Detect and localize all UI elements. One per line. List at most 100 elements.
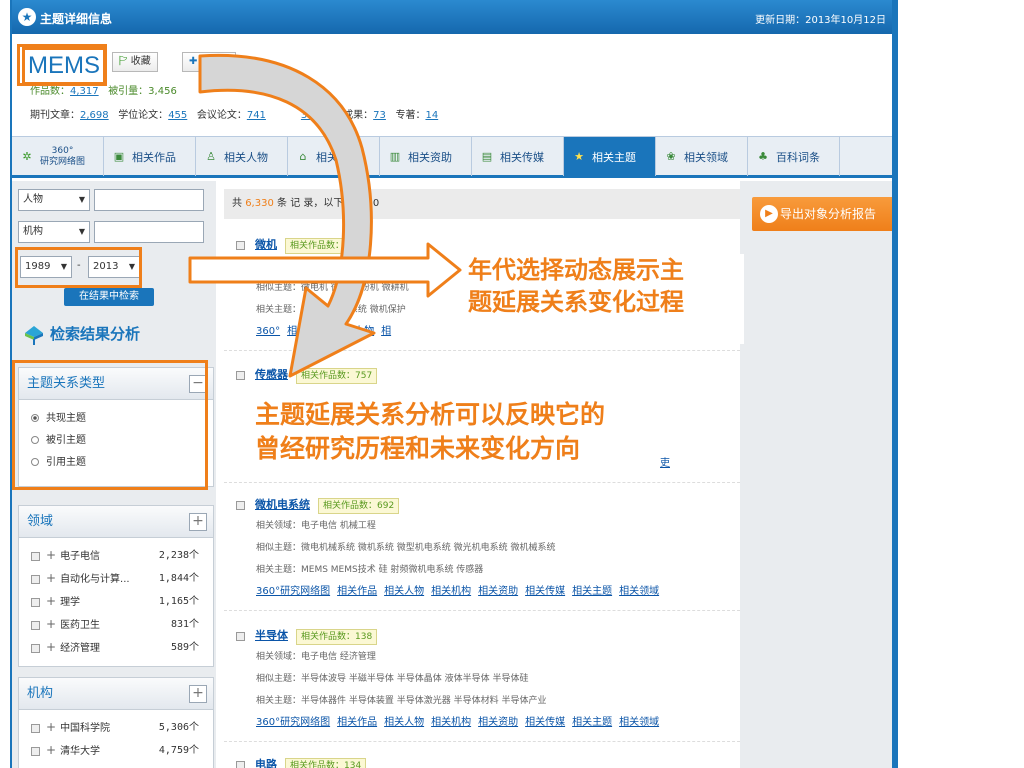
works-link[interactable]: 4,317: [70, 86, 99, 97]
export-report-button[interactable]: ▶ 导出对象分析报告: [752, 197, 892, 231]
works-link[interactable]: 相关作品: [337, 717, 377, 728]
tab-works-label: 相关作品: [132, 150, 176, 164]
list-item[interactable]: + 清华大学 4,759个: [19, 739, 213, 762]
works-link[interactable]: 相关作品: [337, 586, 377, 597]
checkbox[interactable]: [31, 620, 40, 630]
person-input[interactable]: [94, 189, 204, 211]
tech-label: 科技成果：: [323, 110, 374, 121]
result-title-link[interactable]: 微机: [255, 238, 277, 251]
plus-icon[interactable]: +: [46, 571, 56, 585]
list-item[interactable]: + 经济管理 589个: [19, 636, 213, 659]
list-item[interactable]: + 电子电信 2,238个: [19, 544, 213, 567]
works-link[interactable]: 相关作品: [287, 326, 327, 337]
book-link[interactable]: 14: [425, 110, 438, 121]
checkbox[interactable]: [31, 643, 40, 653]
people-link[interactable]: 相关人物: [384, 717, 424, 728]
people-link[interactable]: 相关人物: [334, 326, 374, 337]
tab-fields[interactable]: ❀ 相关领域: [656, 137, 748, 176]
topics-link[interactable]: 相关主题: [572, 717, 612, 728]
checkbox[interactable]: [31, 574, 40, 584]
tab-network[interactable]: ✲ 360° 研究网络图: [12, 137, 104, 176]
book-label: 专著：: [395, 110, 426, 121]
list-item[interactable]: + 自动化与计算... 1,844个: [19, 567, 213, 590]
fields-link[interactable]: 相关领域: [619, 717, 659, 728]
checkbox[interactable]: [236, 240, 245, 250]
institutions-link[interactable]: 相关机构: [431, 717, 471, 728]
callout-year-line1: 年代选择动态展示主: [468, 256, 684, 284]
total-count: 6,330: [245, 198, 274, 209]
plus-icon[interactable]: +: [46, 720, 56, 734]
share-button[interactable]: ✚ 分享 ▾: [182, 52, 236, 72]
related-topics: 相关主题：MEMS MEMS技术 硅 射频微机电系统 传感器: [256, 565, 484, 575]
result-summary: 共 6,330 条 记 录，以下是 -10: [224, 189, 740, 219]
works-count-badge: 相关作品数：138: [296, 629, 378, 645]
checkbox[interactable]: [31, 723, 40, 733]
person-select[interactable]: 人物 ▼: [18, 189, 90, 211]
patent-link[interactable]: 36: [301, 110, 314, 121]
funding-link[interactable]: 相关资助: [478, 717, 518, 728]
checkbox[interactable]: [31, 746, 40, 756]
plus-icon[interactable]: +: [46, 548, 56, 562]
chevron-down-icon: ▼: [78, 195, 85, 204]
total-suffix: 条 记 录，以下是: [277, 198, 354, 209]
plus-icon[interactable]: +: [46, 594, 56, 608]
funding-link[interactable]: 相关资助: [478, 586, 518, 597]
checkbox[interactable]: [236, 500, 245, 510]
field-title: 领域: [27, 514, 54, 529]
field-panel: 领域 + + 电子电信 2,238个 + 自动化与计算... 1,844个 + 理学 1,1…: [18, 505, 214, 667]
media-link[interactable]: 相关传媒: [525, 717, 565, 728]
result-title-link[interactable]: 传感器: [255, 368, 288, 381]
favorite-icon: 🏱: [119, 56, 128, 67]
tab-people[interactable]: ♙ 相关人物: [196, 137, 288, 176]
works-count-badge: 相关作品数：692: [318, 498, 400, 514]
media-link[interactable]: 相关传媒: [525, 586, 565, 597]
result-title-link[interactable]: 半导体: [255, 629, 288, 642]
result-title-link[interactable]: 微机电系统: [255, 498, 310, 511]
checkbox[interactable]: [31, 597, 40, 607]
tech-link[interactable]: 73: [373, 110, 386, 121]
journal-link[interactable]: 2,698: [80, 110, 109, 121]
plus-icon[interactable]: +: [46, 743, 56, 757]
tab-related-topics-label: 相关主题: [592, 150, 636, 164]
works-count-badge: 相关作品数：757: [296, 368, 378, 384]
people-link[interactable]: 相关人物: [384, 586, 424, 597]
expand-button[interactable]: +: [189, 685, 207, 703]
search-in-results-button[interactable]: 在结果中检索: [64, 288, 154, 306]
tab-media[interactable]: ▤ 相关传媒: [472, 137, 564, 176]
list-item[interactable]: + 理学 1,165个: [19, 590, 213, 613]
network-link[interactable]: 360°研究网络图: [256, 586, 330, 597]
institution-icon: ⌂: [299, 149, 307, 163]
expand-button[interactable]: +: [189, 513, 207, 531]
topics-link[interactable]: 相关主题: [572, 586, 612, 597]
list-item[interactable]: + 医药卫生 831个: [19, 613, 213, 636]
tab-funding[interactable]: ▥ 相关资助: [380, 137, 472, 176]
tab-works[interactable]: ▣ 相关作品: [104, 137, 196, 176]
thesis-link[interactable]: 455: [168, 110, 187, 121]
org-select[interactable]: 机构 ▼: [18, 221, 90, 243]
favorite-button[interactable]: 🏱 收藏: [112, 52, 158, 72]
fields-link[interactable]: 相关领域: [619, 586, 659, 597]
checkbox[interactable]: [236, 631, 245, 641]
related-fields: 相关领域：电子电信 机械工程: [256, 521, 376, 531]
tab-related-topics[interactable]: ★ 相关主题: [564, 137, 656, 176]
conf-link[interactable]: 741: [247, 110, 266, 121]
list-item[interactable]: + 中国科学院 5,306个: [19, 716, 213, 739]
org-input[interactable]: [94, 221, 204, 243]
related-fields: 相关领域：电子电信 经济管理: [256, 652, 376, 662]
tab-institutions[interactable]: ⌂ 相关机构: [288, 137, 380, 176]
network-icon: ✲: [22, 149, 32, 163]
result-title-link[interactable]: 电路: [255, 758, 277, 768]
network-link[interactable]: 360°: [256, 326, 280, 337]
favorite-label: 收藏: [130, 56, 151, 67]
plus-icon[interactable]: +: [46, 617, 56, 631]
checkbox[interactable]: [236, 370, 245, 380]
more-link[interactable]: 相: [381, 326, 391, 337]
similar-topics: 相似主题：微电机械系统 微机系统 微型机电系统 微光机电系统 微机械系统: [256, 543, 556, 553]
network-link[interactable]: 360°研究网络图: [256, 717, 330, 728]
institutions-link[interactable]: 相关机构: [431, 586, 471, 597]
checkbox[interactable]: [31, 551, 40, 561]
checkbox[interactable]: [236, 760, 245, 768]
encyclopedia-icon: ♣: [758, 149, 768, 163]
plus-icon[interactable]: +: [46, 640, 56, 654]
tab-encyclopedia[interactable]: ♣ 百科词条: [748, 137, 840, 176]
